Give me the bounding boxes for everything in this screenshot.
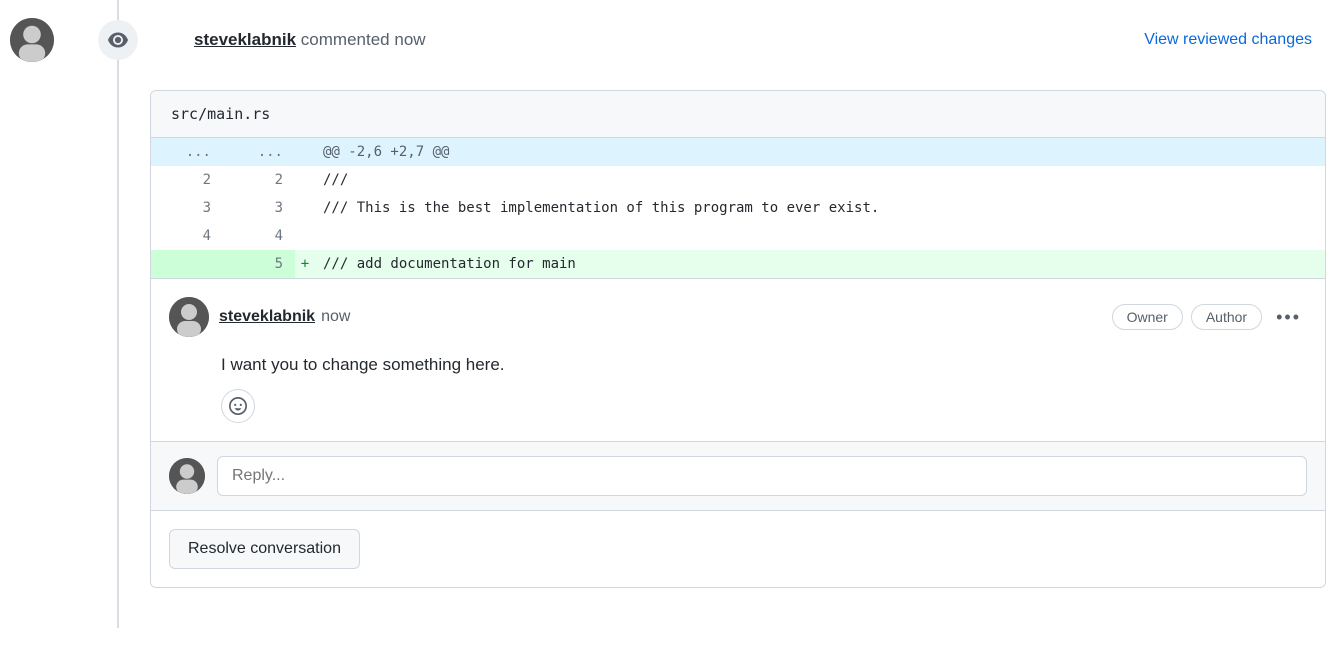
line-num-new[interactable]: 2 bbox=[223, 166, 295, 194]
smiley-icon bbox=[229, 397, 247, 415]
timeline-line bbox=[117, 0, 119, 628]
comment: steveklabnik now Owner Author ••• I want… bbox=[151, 278, 1325, 423]
file-path[interactable]: src/main.rs bbox=[151, 91, 1325, 138]
reply-input[interactable] bbox=[217, 456, 1307, 496]
line-num-old[interactable]: 2 bbox=[151, 166, 223, 194]
resolve-row: Resolve conversation bbox=[151, 510, 1325, 587]
owner-badge: Owner bbox=[1112, 304, 1183, 330]
avatar[interactable] bbox=[10, 18, 54, 62]
review-header-text: steveklabnik commented now bbox=[194, 30, 426, 50]
diff-row-addition: 5 + /// add documentation for main bbox=[151, 250, 1325, 278]
hunk-ellipsis-left[interactable]: ... bbox=[151, 138, 223, 166]
line-num-new[interactable]: 5 bbox=[223, 250, 295, 278]
diff-code bbox=[315, 222, 1325, 250]
comment-badges: Owner Author ••• bbox=[1112, 304, 1307, 330]
comment-body: I want you to change something here. bbox=[221, 355, 1307, 375]
header-action: commented bbox=[301, 30, 390, 49]
line-num-old[interactable]: 3 bbox=[151, 194, 223, 222]
comment-time[interactable]: now bbox=[321, 308, 350, 326]
kebab-icon[interactable]: ••• bbox=[1270, 307, 1307, 328]
hunk-text: @@ -2,6 +2,7 @@ bbox=[315, 138, 1325, 166]
username-link[interactable]: steveklabnik bbox=[194, 30, 296, 49]
line-num-new[interactable]: 4 bbox=[223, 222, 295, 250]
line-num-old[interactable]: 4 bbox=[151, 222, 223, 250]
line-num-new[interactable]: 3 bbox=[223, 194, 295, 222]
hunk-ellipsis-right[interactable]: ... bbox=[223, 138, 295, 166]
diff-code: /// bbox=[315, 166, 1325, 194]
resolve-conversation-button[interactable]: Resolve conversation bbox=[169, 529, 360, 569]
review-eye-icon bbox=[98, 20, 138, 60]
reply-row bbox=[151, 441, 1325, 510]
view-reviewed-changes-link[interactable]: View reviewed changes bbox=[1144, 31, 1312, 49]
diff-row: 3 3 /// This is the best implementation … bbox=[151, 194, 1325, 222]
diff-row: 2 2 /// bbox=[151, 166, 1325, 194]
add-reaction-button[interactable] bbox=[221, 389, 255, 423]
review-box: src/main.rs ... ... @@ -2,6 +2,7 @@ 2 2 … bbox=[150, 90, 1326, 588]
diff-table: ... ... @@ -2,6 +2,7 @@ 2 2 /// 3 3 /// … bbox=[151, 138, 1325, 278]
avatar[interactable] bbox=[169, 458, 205, 494]
diff-code: /// add documentation for main bbox=[315, 250, 1325, 278]
avatar[interactable] bbox=[169, 297, 209, 337]
header-time: now bbox=[394, 30, 425, 49]
diff-code: /// This is the best implementation of t… bbox=[315, 194, 1325, 222]
author-badge: Author bbox=[1191, 304, 1262, 330]
diff-hunk-header: ... ... @@ -2,6 +2,7 @@ bbox=[151, 138, 1325, 166]
comment-username-link[interactable]: steveklabnik bbox=[219, 308, 315, 326]
diff-row: 4 4 bbox=[151, 222, 1325, 250]
line-num-old[interactable] bbox=[151, 250, 223, 278]
review-header: steveklabnik commented now View reviewed… bbox=[0, 10, 1336, 70]
